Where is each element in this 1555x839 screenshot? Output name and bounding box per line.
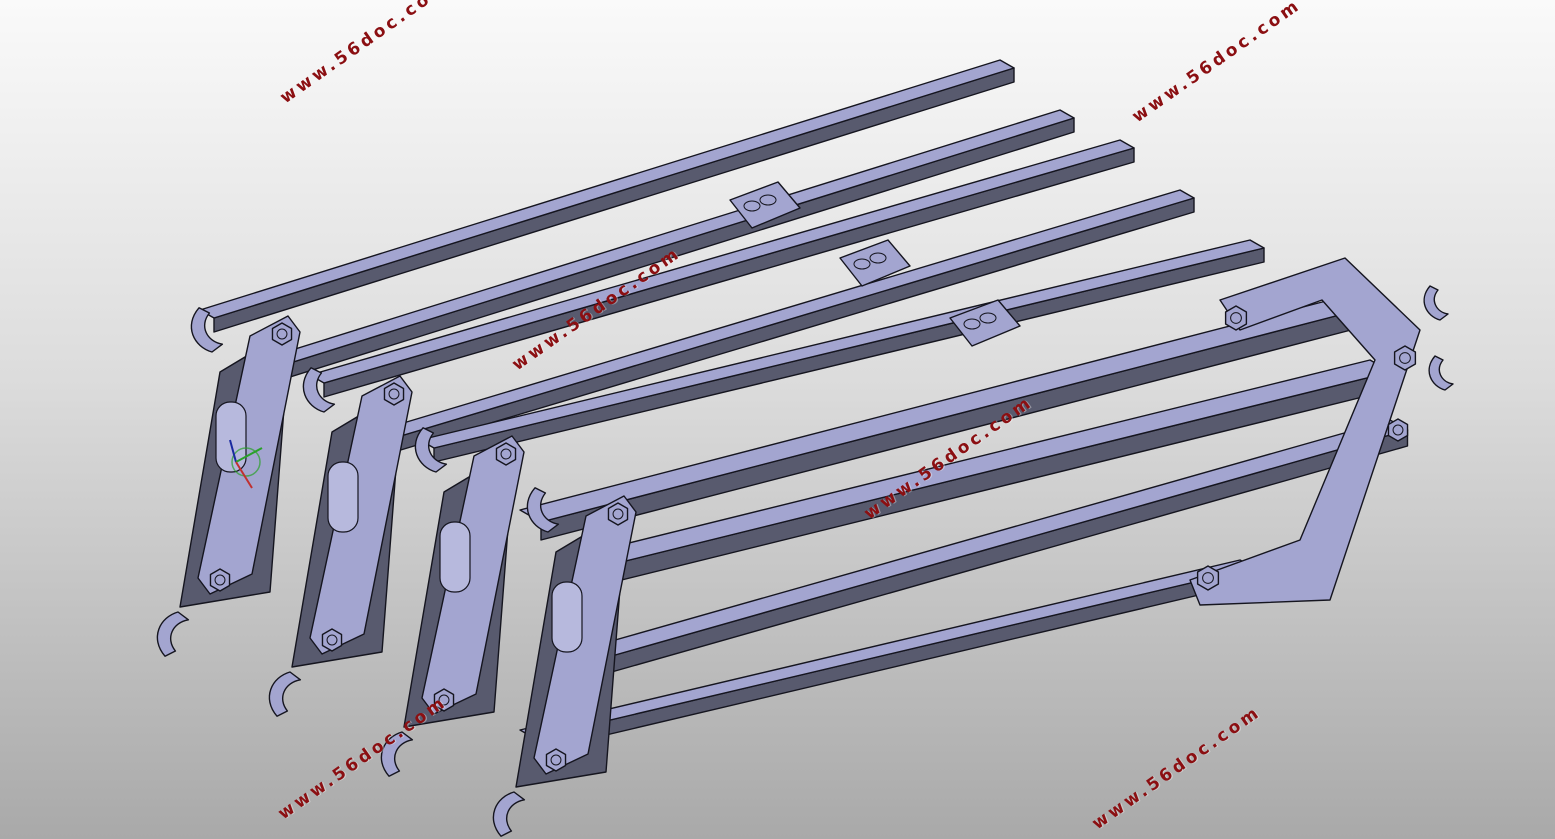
hex-bolt-icon — [1224, 305, 1248, 331]
roller-cylinder — [327, 461, 359, 533]
hook-icon — [492, 791, 526, 837]
cad-model-canvas[interactable] — [0, 0, 1555, 839]
roller-cylinder — [551, 581, 583, 653]
hex-bolt-icon — [209, 568, 231, 592]
hex-bolt-icon — [383, 382, 405, 406]
hook-icon — [1423, 285, 1449, 321]
upper-rail-3-side — [323, 147, 1135, 398]
hex-bolt-icon — [1393, 345, 1417, 371]
hook-icon — [268, 671, 302, 717]
hex-bolt-icon — [271, 322, 293, 346]
hook-icon — [156, 611, 190, 657]
hex-bolt-icon — [1387, 418, 1409, 442]
hex-bolt-icon — [321, 628, 343, 652]
hex-bolt-icon — [545, 748, 567, 772]
hook-icon — [1428, 355, 1454, 391]
hex-bolt-icon — [607, 502, 629, 526]
roller-cylinder — [439, 521, 471, 593]
hex-bolt-icon — [495, 442, 517, 466]
hex-bolt-icon — [1196, 565, 1220, 591]
cad-viewport[interactable]: www.56doc.com www.56doc.com www.56doc.co… — [0, 0, 1555, 839]
axis-triad-icon — [222, 428, 272, 502]
